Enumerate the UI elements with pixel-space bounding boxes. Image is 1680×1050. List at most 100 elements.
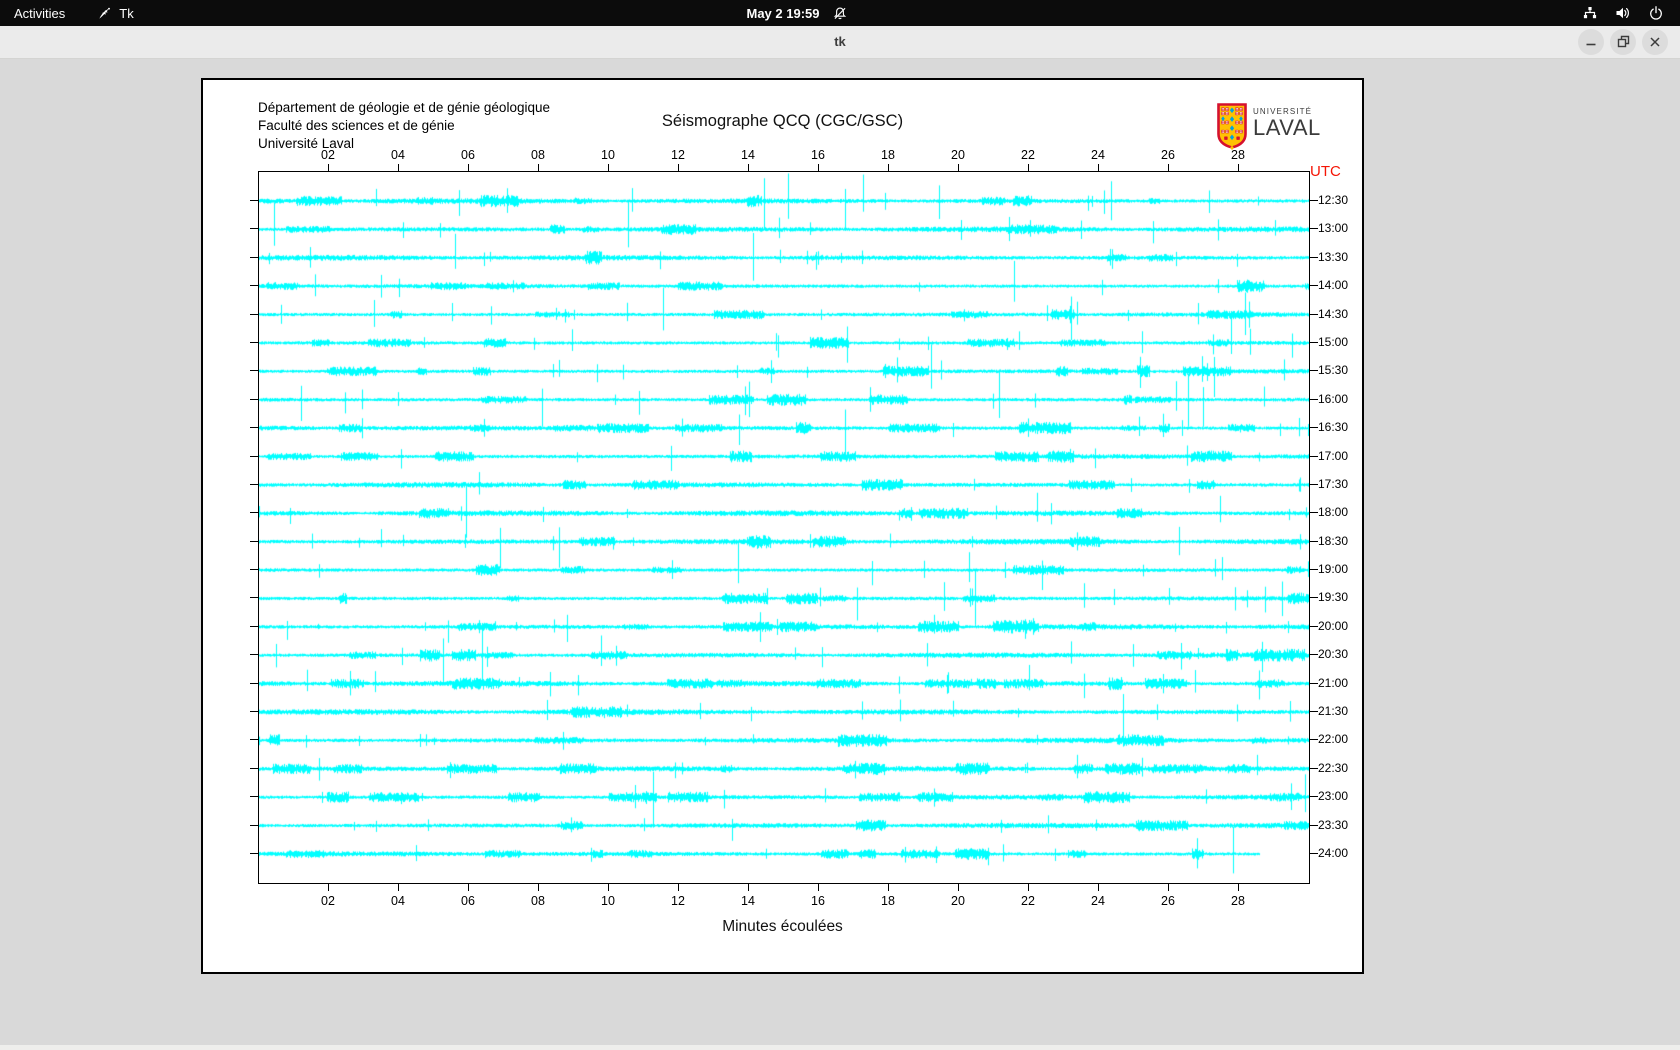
row-tick-left <box>250 711 258 713</box>
maximize-button[interactable] <box>1610 29 1636 55</box>
row-tick-right <box>1310 597 1318 599</box>
row-tick-left <box>250 597 258 599</box>
x-tick-label-bottom: 18 <box>881 894 895 908</box>
desktop-screen: { "top_bar": { "activities_label": "Acti… <box>0 0 1680 1050</box>
utc-time-label: 23:00 <box>1318 789 1349 804</box>
row-tick-right <box>1310 711 1318 713</box>
row-tick-right <box>1310 370 1318 372</box>
utc-time-label: 24:00 <box>1318 845 1349 860</box>
utc-time-label: 18:30 <box>1318 533 1349 548</box>
window-title-bar[interactable]: tk <box>0 26 1680 59</box>
row-tick-right <box>1310 483 1318 485</box>
minimize-button[interactable] <box>1578 29 1604 55</box>
x-tick-top <box>327 164 329 171</box>
x-tick-bottom <box>677 884 679 891</box>
system-status-area[interactable] <box>1582 0 1680 26</box>
utc-time-label: 16:30 <box>1318 420 1349 435</box>
row-tick-left <box>250 796 258 798</box>
x-tick-top <box>1097 164 1099 171</box>
x-tick-label-top: 22 <box>1021 148 1035 162</box>
row-tick-right <box>1310 455 1318 457</box>
x-tick-bottom <box>887 884 889 891</box>
utc-axis-label: UTC <box>1310 163 1341 180</box>
utc-time-label: 16:00 <box>1318 391 1349 406</box>
x-tick-label-bottom: 06 <box>461 894 475 908</box>
x-tick-label-bottom: 12 <box>671 894 685 908</box>
row-tick-right <box>1310 796 1318 798</box>
x-tick-bottom <box>1027 884 1029 891</box>
row-tick-left <box>250 427 258 429</box>
x-tick-label-bottom: 26 <box>1161 894 1175 908</box>
x-tick-label-bottom: 08 <box>531 894 545 908</box>
tk-app-icon <box>99 7 111 19</box>
utc-time-label: 12:30 <box>1318 193 1349 207</box>
x-tick-top <box>957 164 959 171</box>
maximize-icon <box>1617 35 1630 48</box>
x-tick-bottom <box>1237 884 1239 891</box>
minimize-icon <box>1586 43 1596 46</box>
row-tick-left <box>250 256 258 258</box>
x-tick-bottom <box>817 884 819 891</box>
power-icon <box>1650 6 1662 20</box>
row-tick-right <box>1310 682 1318 684</box>
app-menu[interactable]: Tk <box>97 5 134 21</box>
row-tick-left <box>250 398 258 400</box>
close-icon <box>1650 37 1660 47</box>
row-tick-right <box>1310 540 1318 542</box>
x-tick-top <box>397 164 399 171</box>
utc-time-label: 19:00 <box>1318 562 1349 577</box>
x-tick-top <box>1027 164 1029 171</box>
row-tick-right <box>1310 200 1318 201</box>
x-tick-top <box>817 164 819 171</box>
x-tick-label-bottom: 20 <box>951 894 965 908</box>
utc-time-label: 17:30 <box>1318 476 1349 491</box>
x-tick-top <box>467 164 469 171</box>
activities-button[interactable]: Activities <box>0 0 79 26</box>
utc-time-label: 14:30 <box>1318 306 1349 321</box>
window-title: tk <box>834 34 846 49</box>
x-tick-bottom <box>1167 884 1169 891</box>
x-tick-top <box>1237 164 1239 171</box>
utc-time-label: 13:00 <box>1318 221 1349 236</box>
row-tick-left <box>250 682 258 684</box>
row-tick-left <box>250 540 258 542</box>
utc-time-label: 15:30 <box>1318 363 1349 378</box>
x-tick-label-top: 20 <box>951 148 965 162</box>
row-tick-left <box>250 228 258 230</box>
x-tick-bottom <box>467 884 469 891</box>
utc-time-label: 23:30 <box>1318 817 1349 832</box>
seismic-traces <box>259 172 1309 883</box>
window-bottom-edge <box>0 1045 1680 1050</box>
row-tick-left <box>250 824 258 826</box>
row-tick-right <box>1310 427 1318 429</box>
utc-time-label: 15:00 <box>1318 334 1349 349</box>
laval-name-text: LAVAL <box>1253 115 1321 140</box>
x-tick-label-bottom: 16 <box>811 894 825 908</box>
x-tick-bottom <box>1097 884 1099 891</box>
row-tick-right <box>1310 569 1318 571</box>
row-tick-left <box>250 200 258 201</box>
row-tick-left <box>250 767 258 769</box>
utc-time-label: 20:30 <box>1318 647 1349 662</box>
row-tick-right <box>1310 313 1318 315</box>
row-tick-right <box>1310 625 1318 627</box>
app-menu-label: Tk <box>119 5 134 21</box>
utc-time-label: 18:00 <box>1318 505 1349 520</box>
seismograph-canvas: Département de géologie et de génie géol… <box>201 78 1364 974</box>
row-tick-right <box>1310 398 1318 400</box>
row-tick-left <box>250 739 258 741</box>
x-tick-label-top: 18 <box>881 148 895 162</box>
close-button[interactable] <box>1642 29 1668 55</box>
utc-time-label: 14:00 <box>1318 278 1349 293</box>
x-tick-label-top: 10 <box>601 148 615 162</box>
row-tick-right <box>1310 739 1318 741</box>
x-tick-top <box>677 164 679 171</box>
x-tick-label-top: 12 <box>671 148 685 162</box>
x-tick-bottom <box>747 884 749 891</box>
laval-logo: UNIVERSITÉ LAVAL <box>1217 103 1321 151</box>
row-tick-left <box>250 370 258 372</box>
x-tick-top <box>537 164 539 171</box>
row-tick-left <box>250 852 258 854</box>
row-tick-left <box>250 512 258 514</box>
clock-menu[interactable]: May 2 19:59 <box>747 0 848 26</box>
